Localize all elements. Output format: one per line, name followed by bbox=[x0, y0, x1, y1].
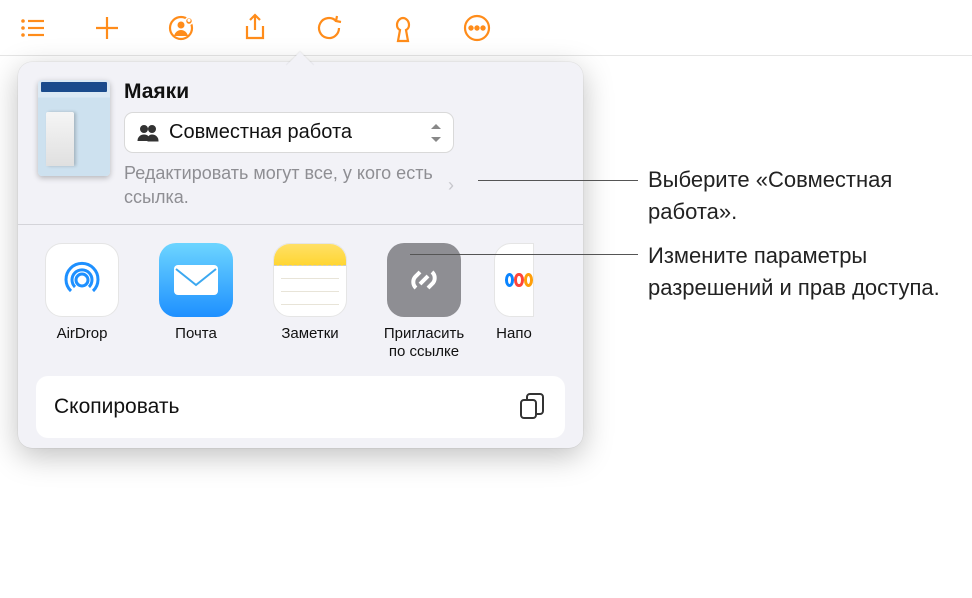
share-icon[interactable] bbox=[240, 13, 270, 43]
app-label: Заметки bbox=[281, 325, 338, 344]
app-label: Напо bbox=[496, 325, 532, 344]
callout-text-2: Измените параметры разрешений и прав дос… bbox=[648, 240, 958, 304]
people-icon bbox=[137, 124, 159, 142]
share-header: Маяки Совместная работа Редактировать мо… bbox=[18, 80, 583, 225]
airdrop-icon bbox=[45, 243, 119, 317]
list-icon[interactable] bbox=[18, 13, 48, 43]
share-app-invite-link[interactable]: Пригласить по ссылке bbox=[380, 243, 468, 363]
collaboration-mode-select[interactable]: Совместная работа bbox=[124, 112, 454, 153]
permissions-text: Редактировать могут все, у кого есть ссы… bbox=[124, 161, 444, 210]
undo-icon[interactable] bbox=[314, 13, 344, 43]
document-thumbnail bbox=[38, 80, 110, 176]
app-label: Пригласить по ссылке bbox=[384, 325, 464, 363]
mail-icon bbox=[159, 243, 233, 317]
updown-chevron-icon bbox=[429, 123, 443, 143]
format-icon[interactable] bbox=[388, 13, 418, 43]
share-header-info: Маяки Совместная работа Редактировать мо… bbox=[124, 80, 563, 210]
share-app-mail[interactable]: Почта bbox=[152, 243, 240, 363]
share-app-reminders[interactable]: Напо bbox=[494, 243, 534, 363]
copy-action[interactable]: Скопировать bbox=[36, 376, 565, 438]
popover-arrow bbox=[288, 52, 312, 64]
add-icon[interactable] bbox=[92, 13, 122, 43]
mode-label: Совместная работа bbox=[169, 121, 419, 144]
permissions-row[interactable]: Редактировать могут все, у кого есть ссы… bbox=[124, 161, 454, 210]
callout-text-1: Выберите «Совместная работа». bbox=[648, 164, 958, 228]
callout-line bbox=[478, 180, 638, 181]
notes-icon bbox=[273, 243, 347, 317]
share-apps-row: AirDrop Почта Заметки Пригласить по ссыл… bbox=[18, 225, 583, 377]
app-label: AirDrop bbox=[57, 325, 108, 344]
more-icon[interactable] bbox=[462, 13, 492, 43]
share-app-airdrop[interactable]: AirDrop bbox=[38, 243, 126, 363]
callout-line bbox=[410, 254, 638, 255]
app-label: Почта bbox=[175, 325, 217, 344]
copy-icon bbox=[517, 392, 547, 422]
share-popover: Маяки Совместная работа Редактировать мо… bbox=[18, 62, 583, 448]
copy-label: Скопировать bbox=[54, 395, 517, 419]
toolbar bbox=[0, 0, 972, 56]
chevron-right-icon: › bbox=[448, 173, 454, 197]
document-title: Маяки bbox=[124, 80, 563, 104]
collaborate-icon[interactable] bbox=[166, 13, 196, 43]
share-app-notes[interactable]: Заметки bbox=[266, 243, 354, 363]
